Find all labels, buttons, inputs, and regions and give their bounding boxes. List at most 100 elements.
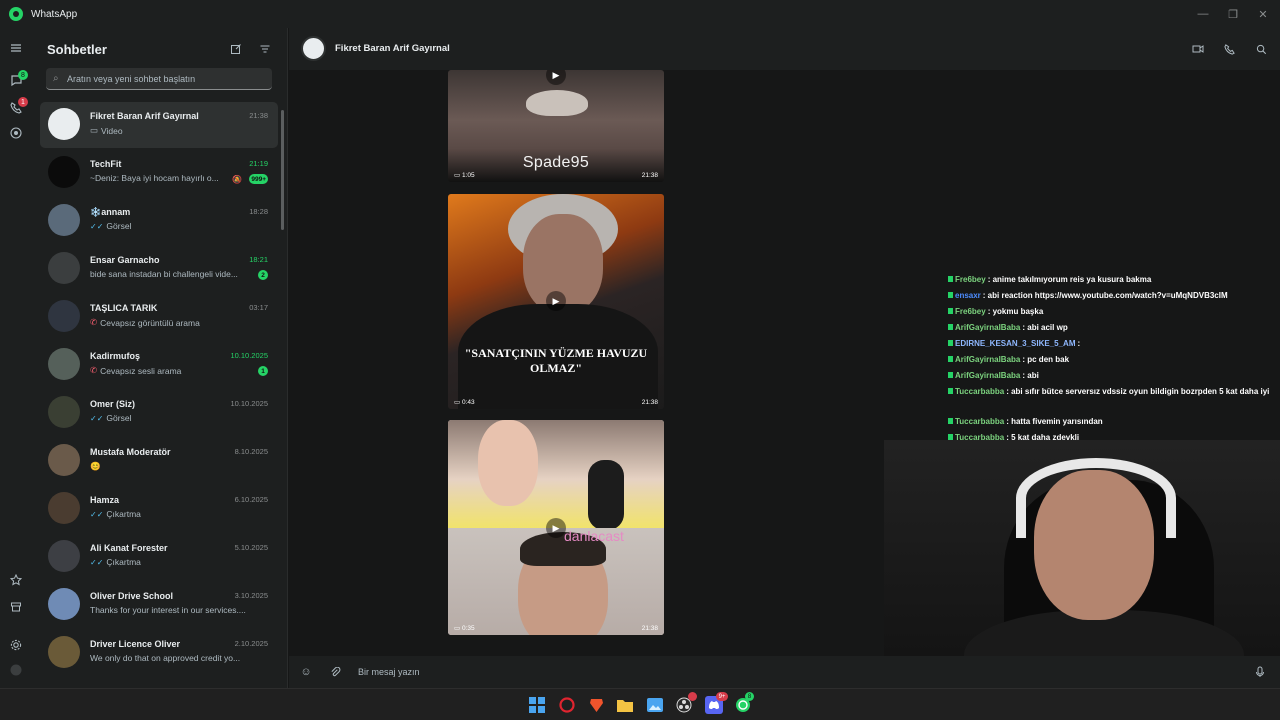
opera-browser-icon[interactable] [558, 696, 576, 714]
chats-title: Sohbetler [47, 42, 107, 57]
chat-preview: We only do that on approved credit yo... [90, 653, 250, 663]
chat-list-item[interactable]: Omer (Siz) ✓✓ Görsel 10.10.2025 [40, 390, 278, 436]
chat-list-scrollbar[interactable] [281, 110, 284, 230]
missed-call-icon: ✆ [90, 365, 98, 375]
play-icon[interactable]: ▶ [546, 70, 566, 85]
chats-badge: 8 [18, 70, 28, 80]
chat-list-item[interactable]: Hamza ✓✓ Çıkartma 6.10.2025 [40, 486, 278, 532]
chat-preview: ✓✓ Çıkartma [90, 557, 250, 567]
file-explorer-icon[interactable] [616, 696, 634, 714]
chat-time: 5.10.2025 [234, 543, 268, 552]
settings-icon[interactable] [8, 637, 24, 653]
photos-app-icon[interactable] [646, 696, 664, 714]
chat-list-item[interactable]: Fikret Baran Arif Gayırnal ▭ Video 21:38 [40, 102, 278, 148]
chat-list-item[interactable]: Kadirmufoş ✆ Cevapsız sesli arama 10.10.202… [40, 342, 278, 388]
play-icon[interactable]: ▶ [546, 291, 566, 311]
conversation-header[interactable]: Fikret Baran Arif Gayırnal [289, 28, 1280, 70]
windows-start-icon[interactable] [528, 696, 546, 714]
unread-badge: 999+ [249, 174, 268, 184]
nav-rail: 8 1 [0, 28, 32, 688]
chat-avatar[interactable] [48, 108, 80, 140]
chat-name: TechFit [90, 159, 122, 169]
user-badge-icon [948, 388, 953, 394]
search-messages-icon[interactable] [1253, 41, 1269, 57]
contact-avatar[interactable] [301, 36, 326, 61]
chat-name: Ali Kanat Forester [90, 543, 168, 553]
chat-avatar[interactable] [48, 540, 80, 572]
chat-preview-text: Cevapsız sesli arama [100, 365, 182, 376]
profile-avatar-icon[interactable] [8, 662, 24, 678]
archive-icon[interactable] [8, 599, 24, 615]
chat-time: 10.10.2025 [230, 351, 268, 360]
user-badge-icon [948, 372, 953, 378]
search-input[interactable] [67, 73, 257, 84]
user-badge-icon [948, 308, 953, 314]
emoji-icon[interactable]: ☺ [298, 664, 314, 680]
chat-list-item[interactable]: TechFit ~Deniz: Baya iyi hocam hayırlı o.… [40, 150, 278, 196]
new-chat-icon[interactable] [229, 42, 243, 56]
muted-icon: 🔕 [232, 175, 242, 184]
chat-time: 21:19 [249, 159, 268, 168]
stream-chat-username: ArifGayirnalBaba [955, 323, 1021, 332]
chat-list-item[interactable]: Ensar Garnacho bide sana instadan bi chal… [40, 246, 278, 292]
chat-list-item[interactable]: Ali Kanat Forester ✓✓ Çıkartma 5.10.2025 [40, 534, 278, 580]
video-duration: ▭ 1:05 [454, 172, 475, 179]
video-message[interactable]: danlacast ▶ ▭ 0:35 21:38 [448, 420, 664, 635]
chat-name: ❄️annam [90, 207, 131, 217]
video-call-icon[interactable] [1190, 41, 1206, 57]
starred-icon[interactable] [8, 572, 24, 588]
chat-name: Mustafa Moderatör [90, 447, 171, 457]
chat-list-item[interactable]: Mustafa Moderatör 😊 8.10.2025 [40, 438, 278, 484]
chat-list-item[interactable]: TAŞLICA TARIK ✆ Cevapsız görüntülü arama 03… [40, 294, 278, 340]
chat-avatar[interactable] [48, 300, 80, 332]
contact-name[interactable]: Fikret Baran Arif Gayırnal [335, 43, 450, 54]
video-message[interactable]: ▶ "SANATÇININ YÜZME HAVUZU OLMAZ" ▭ 0:43… [448, 194, 664, 409]
chat-list-item[interactable]: ❄️annam ✓✓ Görsel 18:28 [40, 198, 278, 244]
voice-call-icon[interactable] [1221, 41, 1237, 57]
chat-list-item[interactable]: Oliver Drive School Thanks for your inter… [40, 582, 278, 628]
close-button[interactable]: ✕ [1248, 0, 1278, 28]
brave-browser-icon[interactable] [587, 696, 605, 714]
stream-chat-text: : abi sıfır bütce serversız vdssiz oyun … [1006, 387, 1270, 396]
chat-time: 10.10.2025 [230, 399, 268, 408]
chat-name: Omer (Siz) [90, 399, 136, 409]
chat-preview-text: ~Deniz: Baya iyi hocam hayırlı o... [90, 173, 219, 183]
maximize-button[interactable]: ❐ [1218, 0, 1248, 28]
chat-name: Oliver Drive School [90, 591, 174, 601]
chat-preview: bide sana instadan bi challengeli vide..… [90, 269, 250, 279]
chat-list-item[interactable]: Driver Licence Oliver We only do that on … [40, 630, 278, 676]
video-thumbnail [526, 90, 588, 116]
menu-icon[interactable] [8, 40, 24, 56]
message-input[interactable] [358, 664, 878, 680]
play-icon[interactable]: ▶ [546, 518, 566, 538]
stream-chat-username: Fre6bey [955, 275, 986, 284]
obs-record-indicator [688, 692, 697, 701]
chat-avatar[interactable] [48, 252, 80, 284]
chat-avatar[interactable] [48, 348, 80, 380]
stream-chat-message: Tuccarbabba: abi sıfır bütce serversız v… [948, 386, 1278, 397]
microphone-icon[interactable] [1252, 664, 1268, 680]
stream-chat-username: EDIRNE_KESAN_3_SIKE_5_AM [955, 339, 1076, 348]
chat-avatar[interactable] [48, 396, 80, 428]
minimize-button[interactable]: — [1188, 0, 1218, 28]
video-message[interactable]: ▶ Spade95 ▭ 1:05 21:38 [448, 70, 664, 182]
search-box[interactable]: ⌕ [46, 68, 272, 90]
chat-time: 18:21 [249, 255, 268, 264]
chat-avatar[interactable] [48, 204, 80, 236]
chat-avatar[interactable] [48, 156, 80, 188]
stream-chat-message: Tuccarbabba: hatta fivemin yarısından [948, 416, 1278, 427]
stream-chat-text: : [1077, 339, 1081, 348]
attach-icon[interactable] [327, 664, 343, 680]
chat-avatar[interactable] [48, 492, 80, 524]
chat-preview-text: Çıkartma [106, 557, 141, 567]
webcam-overlay [884, 440, 1280, 688]
chat-avatar[interactable] [48, 636, 80, 668]
chat-avatar[interactable] [48, 588, 80, 620]
video-duration: ▭ 0:35 [454, 625, 475, 632]
user-badge-icon [948, 276, 953, 282]
whatsapp-logo-icon [9, 7, 23, 21]
filter-icon[interactable] [258, 42, 272, 56]
stream-chat-message: ArifGayirnalBaba: abi [948, 370, 1278, 381]
status-icon[interactable] [8, 125, 24, 141]
chat-avatar[interactable] [48, 444, 80, 476]
